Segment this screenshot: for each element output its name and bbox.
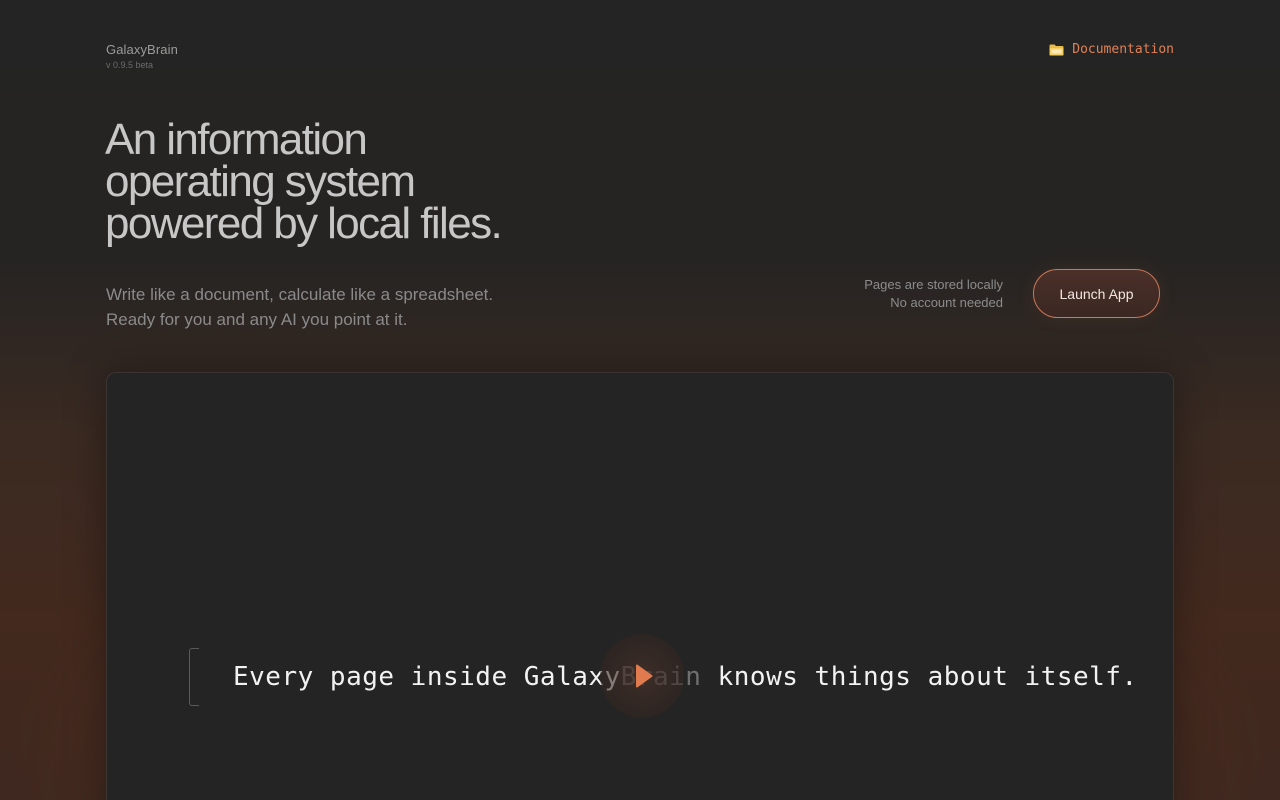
play-button[interactable] [600,634,684,718]
play-icon [635,664,653,688]
headline-line: An information [105,115,368,164]
video-caption: Every page inside GalaxyBrain knows thin… [233,662,1138,692]
storage-note-line: No account needed [890,295,1003,310]
brand-version: v 0.9.5 beta [106,60,154,70]
headline-line: operating system [105,157,416,206]
storage-note-line: Pages are stored locally [864,277,1003,292]
caption-text: Every page inside Galaxy [233,662,621,692]
hero-subtitle: Write like a document, calculate like a … [106,282,493,332]
caption-text: knows things about itself. [701,662,1138,692]
storage-note: Pages are stored locally No account need… [864,276,1003,312]
folder-icon [1049,44,1064,56]
documentation-label: Documentation [1072,42,1174,57]
brand-name: GalaxyBrain [106,42,178,57]
launch-app-button[interactable]: Launch App [1033,269,1160,318]
documentation-link[interactable]: Documentation [1049,42,1174,57]
headline-line: powered by local files. [105,199,503,248]
subtitle-line: Write like a document, calculate like a … [106,285,494,304]
brand: GalaxyBrain v 0.9.5 beta [106,42,178,70]
demo-video[interactable]: Every page inside GalaxyBrain knows thin… [106,372,1174,800]
hero-headline: An information operating system powered … [105,115,665,248]
subtitle-line: Ready for you and any AI you point at it… [106,310,408,329]
caption-bracket [189,648,199,706]
